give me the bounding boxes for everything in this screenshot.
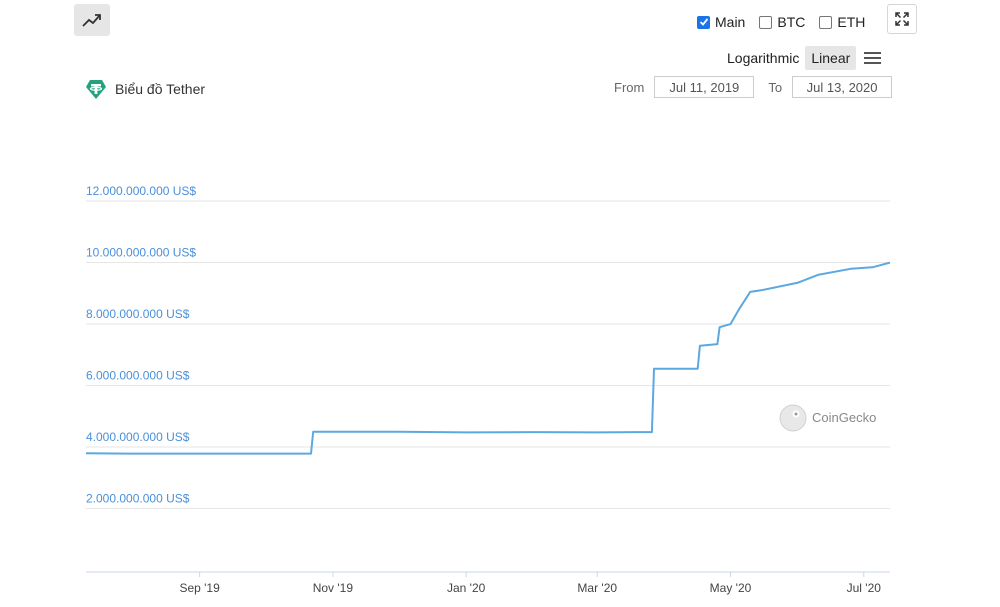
x-tick-label: Jan '20 xyxy=(447,581,486,595)
x-tick-label: May '20 xyxy=(710,581,752,595)
watermark-text: CoinGecko xyxy=(812,410,876,425)
series-line-main xyxy=(85,261,891,455)
x-tick-label: Nov '19 xyxy=(313,581,354,595)
y-tick-label: 12.000.000.000 US$ xyxy=(86,184,196,198)
y-axis-ticks: 2.000.000.000 US$ 4.000.000.000 US$ 6.000.… xyxy=(86,184,196,506)
x-tick-label: Jul '20 xyxy=(847,581,882,595)
x-tick-label: Sep '19 xyxy=(179,581,220,595)
grid-lines xyxy=(86,200,890,509)
y-tick-label: 6.000.000.000 US$ xyxy=(86,369,190,383)
y-tick-label: 4.000.000.000 US$ xyxy=(86,430,190,444)
y-tick-label: 8.000.000.000 US$ xyxy=(86,307,190,321)
x-axis-ticks: Sep '19 Nov '19 Jan '20 Mar '20 May '20 Jul '… xyxy=(179,572,881,595)
line-chart: 2.000.000.000 US$ 4.000.000.000 US$ 6.000.… xyxy=(85,184,891,595)
y-tick-label: 10.000.000.000 US$ xyxy=(86,246,196,260)
gecko-logo-icon xyxy=(779,404,807,432)
coingecko-watermark: CoinGecko xyxy=(779,404,876,432)
x-tick-label: Mar '20 xyxy=(577,581,617,595)
y-tick-label: 2.000.000.000 US$ xyxy=(86,492,190,506)
